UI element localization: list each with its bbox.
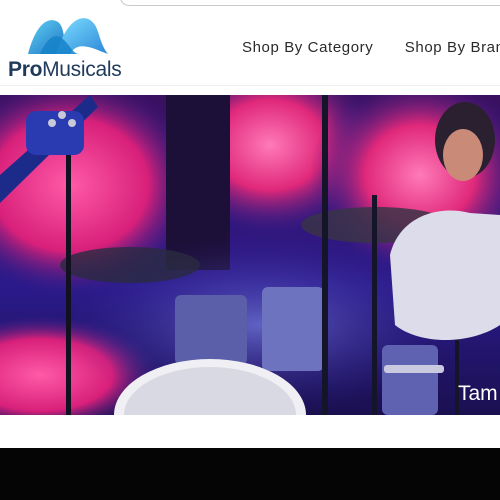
- dark-section: [0, 448, 500, 500]
- browser-toolbar: [0, 0, 500, 8]
- nav-shop-by-brand[interactable]: Shop By Bran: [405, 39, 500, 56]
- nav-shop-by-category[interactable]: Shop By Category: [242, 39, 373, 56]
- logo-wordmark: ProMusicals: [8, 58, 122, 82]
- hero-caption: Tam: [458, 382, 498, 405]
- site-logo[interactable]: ProMusicals: [8, 14, 133, 82]
- logo-waves-icon: [28, 18, 108, 54]
- site-header: ProMusicals Shop By Category Shop By Bra…: [0, 8, 500, 86]
- logo-text-pro: Pro: [8, 58, 43, 81]
- hero-image: [0, 95, 500, 415]
- section-gap: [0, 415, 500, 448]
- address-bar[interactable]: [120, 0, 500, 6]
- main-nav: Shop By Category Shop By Bran: [242, 39, 500, 57]
- hero-banner[interactable]: Tam: [0, 95, 500, 415]
- logo-text-musicals: Musicals: [42, 58, 122, 81]
